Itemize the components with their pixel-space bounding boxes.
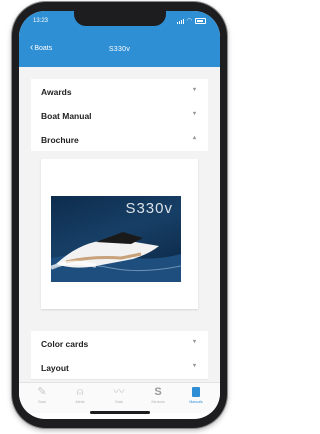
chevron-down-icon: ▾ xyxy=(192,339,196,345)
section-layout[interactable]: Layout ▾ xyxy=(31,355,208,380)
boat-image: S330v xyxy=(51,196,181,282)
chart-icon: 〰 xyxy=(113,386,125,398)
section-brochure[interactable]: Brochure ▴ xyxy=(31,127,208,152)
section-label: Color cards xyxy=(41,339,89,349)
tab-label: Boat xyxy=(38,400,46,404)
status-icons: ◠ xyxy=(176,17,206,24)
page-title: S330v xyxy=(108,46,131,53)
book-icon xyxy=(181,385,211,399)
manuals-list: Awards ▾ Boat Manual ▾ Brochure ▴ S330v … xyxy=(19,67,220,385)
boat-image-text: S330v xyxy=(125,200,173,217)
chevron-up-icon: ▴ xyxy=(192,135,196,141)
section-label: Awards xyxy=(41,87,72,97)
section-label: Layout xyxy=(41,363,69,373)
section-awards[interactable]: Awards ▾ xyxy=(31,79,208,104)
signal-icon xyxy=(176,18,184,24)
tab-boat[interactable]: ✎ Boat xyxy=(27,385,57,404)
app-screen: 13:23 ◠ ‹ Boats S330v Awards ▾ Boat Manu… xyxy=(19,11,220,419)
bell-icon: ⍝ xyxy=(76,386,84,398)
tab-label: Alerts xyxy=(75,400,85,404)
status-bar: 13:23 ◠ xyxy=(19,11,220,31)
chevron-down-icon: ▾ xyxy=(192,363,196,369)
brochure-panel: S330v xyxy=(31,151,208,319)
section-label: Boat Manual xyxy=(41,111,92,121)
status-time: 13:23 xyxy=(33,18,49,24)
tab-label: Services xyxy=(151,400,165,404)
nav-bar: ‹ Boats S330v xyxy=(19,37,220,63)
notch xyxy=(73,11,166,26)
app-header: 13:23 ◠ ‹ Boats S330v xyxy=(19,11,220,67)
tab-label: Data xyxy=(115,400,123,404)
section-color-cards[interactable]: Color cards ▾ xyxy=(31,331,208,356)
tab-bar: ✎ Boat ⍝ Alerts 〰 Data S Services Manual… xyxy=(19,382,220,413)
home-indicator[interactable] xyxy=(89,411,150,414)
tab-services[interactable]: S Services xyxy=(143,385,173,404)
battery-icon xyxy=(195,18,206,24)
brochure-card[interactable]: S330v xyxy=(41,159,198,309)
chevron-down-icon: ▾ xyxy=(192,111,196,117)
tab-alerts[interactable]: ⍝ Alerts xyxy=(65,385,95,404)
section-label: Brochure xyxy=(41,135,79,145)
section-boat-manual[interactable]: Boat Manual ▾ xyxy=(31,103,208,128)
tab-label: Manuals xyxy=(189,400,203,404)
tab-data[interactable]: 〰 Data xyxy=(104,385,134,404)
tab-manuals[interactable]: Manuals xyxy=(181,385,211,404)
chevron-down-icon: ▾ xyxy=(192,87,196,93)
wifi-icon: ◠ xyxy=(186,17,192,24)
pencil-icon: ✎ xyxy=(37,386,47,398)
s-icon: S xyxy=(154,386,162,398)
